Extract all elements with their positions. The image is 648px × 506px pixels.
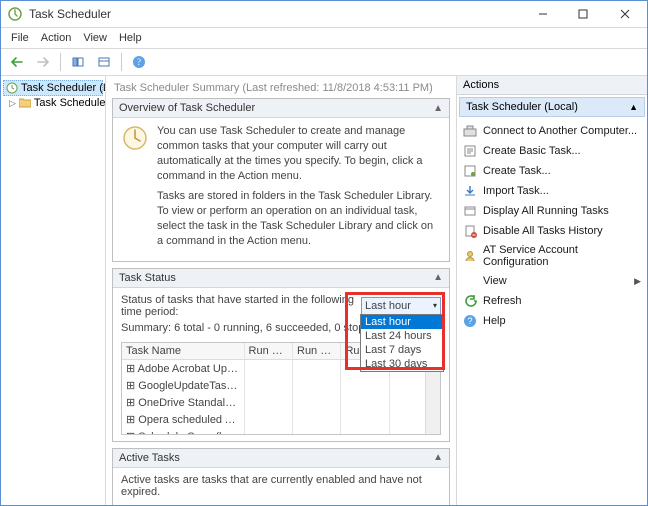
actions-group[interactable]: Task Scheduler (Local)▲ [459,97,645,117]
toolbar: ? [1,49,647,76]
summary-header: Task Scheduler Summary (Last refreshed: … [112,80,450,98]
overview-icon [121,124,149,152]
tree-child[interactable]: ▷ Task Scheduler Library [3,96,103,110]
task-status-header[interactable]: Task Status▲ [113,269,449,288]
menu-file[interactable]: File [5,30,35,46]
toolbar-btn-2[interactable] [92,50,116,74]
action-display-all-running-tasks[interactable]: Display All Running Tasks [459,201,645,221]
status-period-label: Status of tasks that have started in the… [121,294,361,318]
folder-icon [19,98,31,108]
menu-view[interactable]: View [77,30,113,46]
active-desc: Active tasks are tasks that are currentl… [121,474,441,498]
menubar: File Action View Help [1,28,647,49]
collapse-icon: ▲ [433,452,443,463]
action-create-task-[interactable]: Create Task... [459,161,645,181]
menu-action[interactable]: Action [35,30,78,46]
minimize-button[interactable] [523,1,563,27]
actions-pane: Actions Task Scheduler (Local)▲ Connect … [457,76,647,505]
nav-tree: Task Scheduler (Local) ▷ Task Scheduler … [1,76,106,505]
toolbar-btn-1[interactable] [66,50,90,74]
action-icon [463,144,477,158]
clock-icon [6,82,18,94]
action-at-service-account-configuration[interactable]: AT Service Account Configuration [459,241,645,271]
col-run-start[interactable]: Run Start [293,343,341,359]
overview-header[interactable]: Overview of Task Scheduler▲ [113,99,449,118]
action-icon [463,294,477,308]
action-icon [463,274,477,288]
action-refresh[interactable]: Refresh [459,291,645,311]
back-button[interactable] [5,50,29,74]
action-view[interactable]: View▶ [459,271,645,291]
active-tasks-header[interactable]: Active Tasks▲ [113,449,449,468]
actions-title: Actions [457,76,647,95]
period-option[interactable]: Last 24 hours [361,329,443,343]
active-tasks-panel: Active Tasks▲ Active tasks are tasks tha… [112,448,450,505]
collapse-icon: ▲ [629,102,638,112]
action-icon [463,249,477,263]
action-connect-to-another-computer-[interactable]: Connect to Another Computer... [459,121,645,141]
maximize-button[interactable] [563,1,603,27]
center-pane: Task Scheduler Summary (Last refreshed: … [106,76,457,505]
chevron-right-icon: ▶ [634,276,641,287]
table-row[interactable]: ⊞ Schedule Scan (last run succee... [122,428,440,434]
titlebar: Task Scheduler [1,1,647,28]
overview-panel: Overview of Task Scheduler▲ You can use … [112,98,450,262]
col-run-result[interactable]: Run Result [245,343,293,359]
help-button[interactable]: ? [127,50,151,74]
table-row[interactable]: ⊞ OneDrive Standalone Update Ta... [122,394,440,411]
action-icon [463,224,477,238]
active-summary: Summary: 97 total [121,504,441,505]
action-icon [463,164,477,178]
action-icon [463,184,477,198]
app-title: Task Scheduler [29,7,523,21]
period-option[interactable]: Last hour [361,315,443,329]
action-icon [463,204,477,218]
table-row[interactable]: ⊞ GoogleUpdateTaskMachineCor... [122,377,440,394]
window-buttons [523,1,647,27]
table-row[interactable]: ⊞ Opera scheduled Autoupdate 1... [122,411,440,428]
period-option[interactable]: Last 7 days [361,343,443,357]
tree-root[interactable]: Task Scheduler (Local) [3,80,103,96]
close-button[interactable] [603,1,647,27]
period-option[interactable]: Last 30 days [361,357,443,371]
chevron-down-icon: ▾ [433,301,437,310]
action-import-task-[interactable]: Import Task... [459,181,645,201]
action-disable-all-tasks-history[interactable]: Disable All Tasks History [459,221,645,241]
forward-button[interactable] [31,50,55,74]
action-icon [463,124,477,138]
task-status-panel: Task Status▲ Status of tasks that have s… [112,268,450,442]
action-help[interactable]: ?Help [459,311,645,331]
svg-text:?: ? [137,57,141,67]
app-icon [7,6,23,22]
svg-text:?: ? [467,316,472,326]
action-icon: ? [463,314,477,328]
collapse-icon: ▲ [433,103,443,114]
app-window: Task Scheduler File Action View Help ? T… [0,0,648,506]
col-task-name[interactable]: Task Name [122,343,245,359]
period-dropdown: Last hour Last 24 hours Last 7 days Last… [360,314,444,372]
menu-help[interactable]: Help [113,30,148,46]
action-create-basic-task-[interactable]: Create Basic Task... [459,141,645,161]
expand-icon[interactable]: ▷ [9,98,16,109]
period-combobox[interactable]: Last hour▾ [361,297,441,315]
collapse-icon: ▲ [433,272,443,283]
